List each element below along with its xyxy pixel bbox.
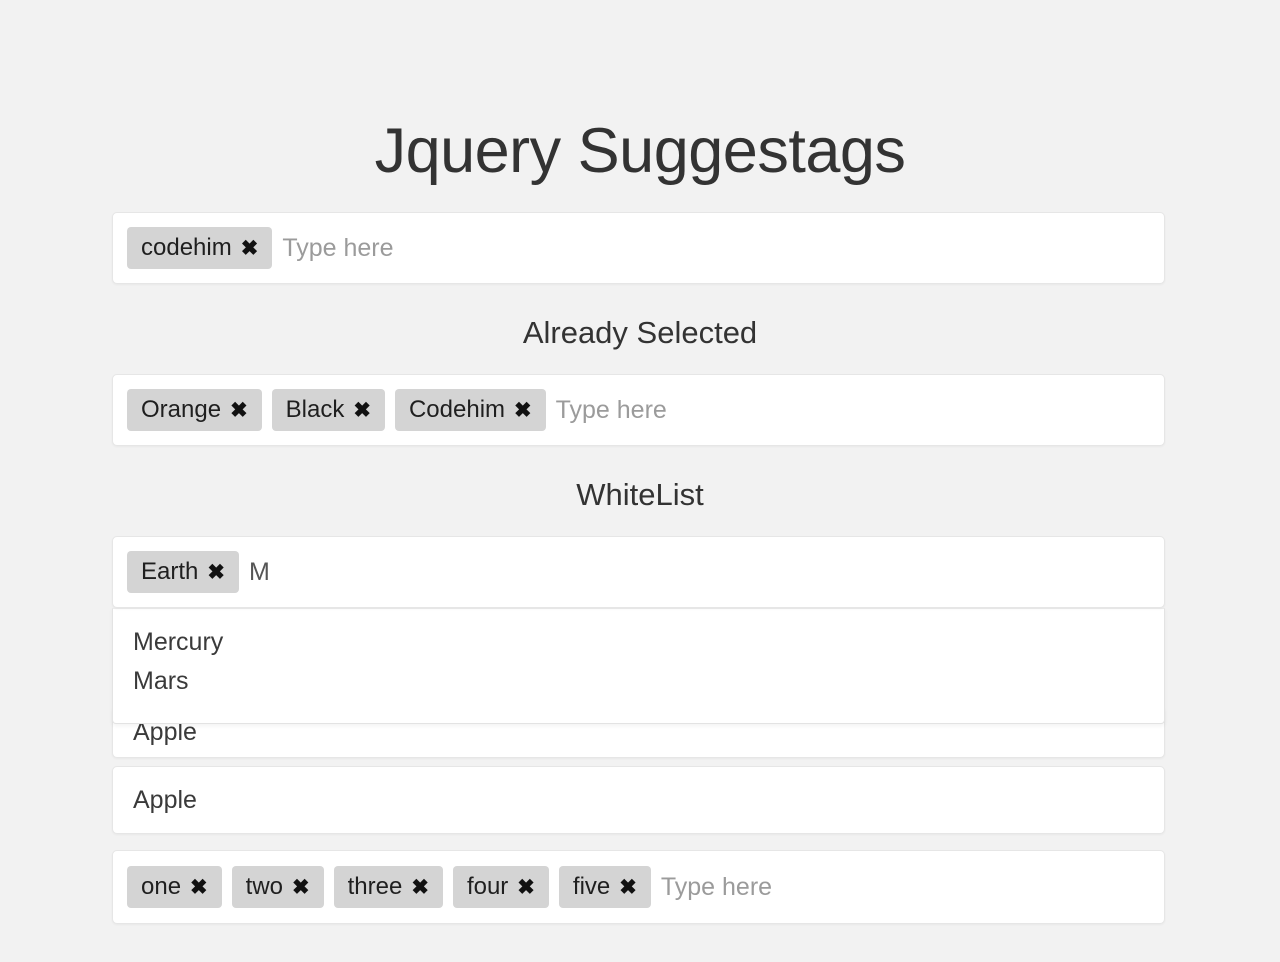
tag-label: four bbox=[466, 873, 509, 900]
section-heading-already-selected: Already Selected bbox=[522, 315, 758, 350]
section-heading-whitelist: WhiteList bbox=[576, 477, 704, 512]
suggestions-dropdown-whitelist[interactable]: Mercury Mars bbox=[112, 608, 1165, 724]
tag-chip[interactable]: Earth ✖ bbox=[127, 551, 239, 593]
tag-chip[interactable]: Codehim ✖ bbox=[394, 389, 546, 431]
tag-label: Orange bbox=[141, 396, 222, 423]
close-x-icon[interactable]: ✖ bbox=[241, 238, 259, 259]
tag-chip[interactable]: one ✖ bbox=[127, 866, 222, 908]
tag-chip[interactable]: three ✖ bbox=[333, 866, 443, 908]
search-input-basic[interactable] bbox=[282, 226, 1150, 270]
tags-input-whitelist[interactable]: Earth ✖ bbox=[112, 536, 1165, 608]
close-x-icon[interactable]: ✖ bbox=[353, 400, 371, 421]
tag-label: Black bbox=[285, 396, 345, 423]
tag-chip[interactable]: Orange ✖ bbox=[127, 389, 262, 431]
tag-label: one bbox=[141, 873, 182, 900]
search-input-numbers[interactable] bbox=[660, 865, 1150, 909]
tag-label: three bbox=[347, 873, 403, 900]
search-input-whitelist[interactable] bbox=[248, 550, 1150, 594]
tag-label: five bbox=[572, 873, 611, 900]
tag-label: Codehim bbox=[408, 396, 506, 423]
tags-input-basic[interactable]: codehim ✖ bbox=[112, 212, 1165, 284]
tags-input-numbers[interactable]: one ✖ two ✖ three ✖ four ✖ five ✖ bbox=[112, 850, 1165, 924]
close-x-icon[interactable]: ✖ bbox=[411, 877, 429, 898]
search-input-already-selected[interactable] bbox=[555, 388, 1150, 432]
page-title: Jquery Suggestags bbox=[374, 116, 906, 186]
tag-chip[interactable]: four ✖ bbox=[452, 866, 549, 908]
tag-label: Earth bbox=[141, 558, 199, 585]
tag-chip[interactable]: five ✖ bbox=[558, 866, 651, 908]
close-x-icon[interactable]: ✖ bbox=[514, 400, 532, 421]
tags-input-fruit[interactable]: Apple bbox=[112, 766, 1165, 834]
tag-chip[interactable]: Black ✖ bbox=[271, 389, 385, 431]
close-x-icon[interactable]: ✖ bbox=[517, 877, 535, 898]
tag-label: codehim bbox=[141, 234, 232, 261]
tag-label: two bbox=[245, 873, 284, 900]
page-root: Jquery Suggestags codehim ✖ Already Sele… bbox=[0, 0, 1280, 962]
tag-chip[interactable]: two ✖ bbox=[231, 866, 324, 908]
close-x-icon[interactable]: ✖ bbox=[207, 562, 225, 583]
close-x-icon[interactable]: ✖ bbox=[190, 877, 208, 898]
suggestion-item[interactable]: Mars bbox=[113, 662, 1164, 701]
tag-chip[interactable]: codehim ✖ bbox=[127, 227, 273, 269]
fruit-text: Apple bbox=[133, 785, 197, 814]
close-x-icon[interactable]: ✖ bbox=[619, 877, 637, 898]
suggestion-item[interactable]: Mercury bbox=[113, 623, 1164, 662]
tags-input-already-selected[interactable]: Orange ✖ Black ✖ Codehim ✖ bbox=[112, 374, 1165, 446]
close-x-icon[interactable]: ✖ bbox=[292, 877, 310, 898]
close-x-icon[interactable]: ✖ bbox=[230, 400, 248, 421]
